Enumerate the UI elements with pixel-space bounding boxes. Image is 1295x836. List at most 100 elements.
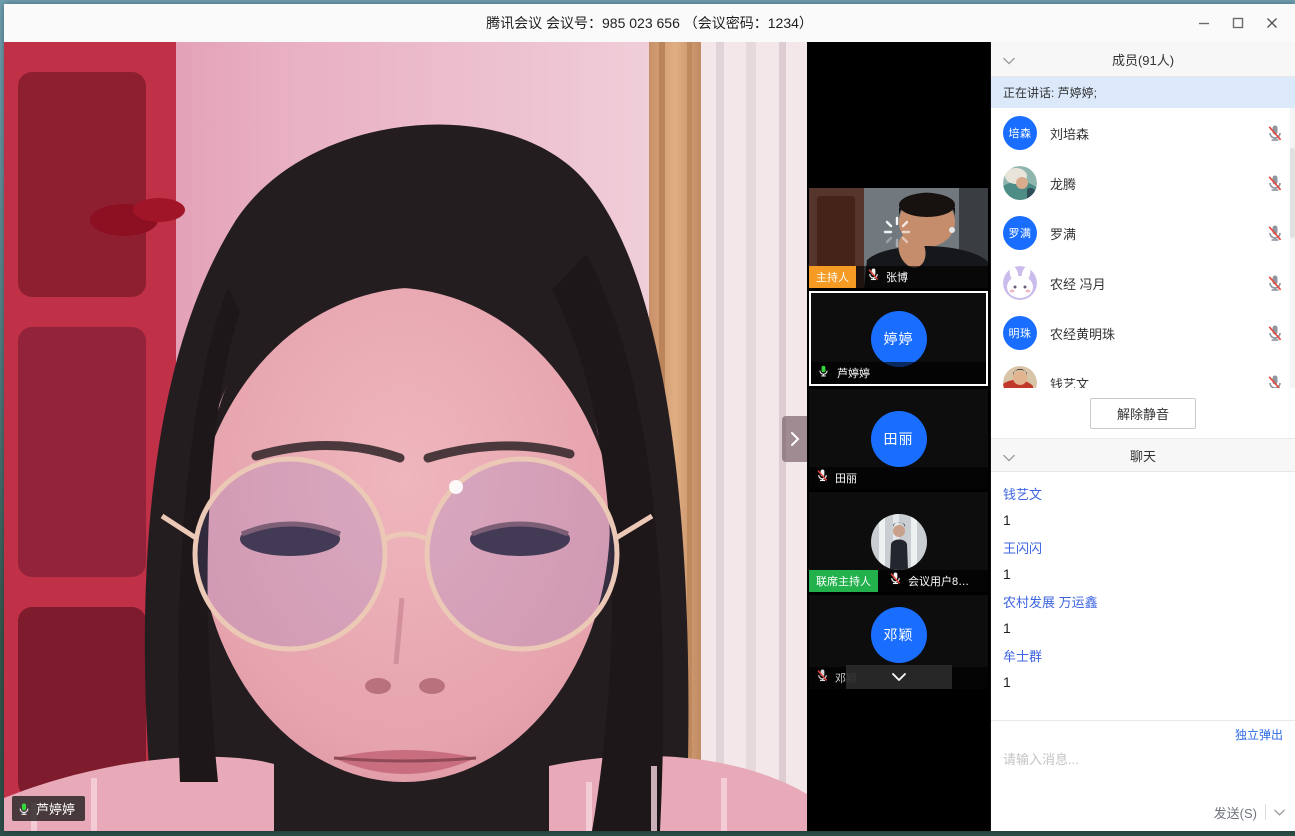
chat-sender[interactable]: 牟士群 (1003, 646, 1283, 665)
chevron-down-icon (892, 673, 906, 681)
member-row-huangmingzhu[interactable]: 明珠 农经黄明珠 (991, 308, 1295, 358)
speaking-banner: 正在讲话: 芦婷婷; (991, 77, 1295, 108)
mic-muted-icon[interactable] (1265, 223, 1285, 243)
send-options-button[interactable] (1274, 809, 1285, 816)
thumbnail-info-bar: 联席主持人 会议用户8… (809, 570, 988, 592)
side-panel: 成员(91人) 正在讲话: 芦婷婷; 培森 刘培森 (990, 42, 1295, 831)
mic-muted-icon (815, 467, 831, 489)
window-title: 腾讯会议 会议号：985 023 656 （会议密码：1234） (486, 13, 813, 33)
mic-muted-icon (888, 570, 904, 592)
chat-text: 1 (1003, 512, 1283, 528)
thumbnail-name: 会议用户8… (908, 573, 969, 589)
members-collapse-button[interactable] (1003, 53, 1015, 68)
chat-message: 农村发展 万运鑫 1 (1003, 592, 1283, 636)
mic-muted-icon[interactable] (1265, 173, 1285, 193)
chat-text: 1 (1003, 674, 1283, 690)
chat-message: 钱艺文 1 (1003, 484, 1283, 528)
avatar-tianli: 田丽 (871, 411, 927, 467)
thumbnail-name: 张博 (886, 269, 908, 285)
member-list[interactable]: 培森 刘培森 龙腾 (991, 108, 1295, 388)
thumbnail-dengying[interactable]: 邓颖 邓颖 (809, 595, 988, 689)
title-bar: 腾讯会议 会议号：985 023 656 （会议密码：1234） (4, 4, 1295, 42)
popout-link[interactable]: 独立弹出 (1235, 726, 1283, 743)
member-name: 刘培森 (1050, 124, 1089, 143)
avatar-photo-user8 (871, 514, 927, 570)
speaker-video-art (4, 42, 807, 831)
chevron-down-icon (1003, 57, 1015, 65)
popout-row: 独立弹出 (991, 720, 1295, 747)
member-name: 钱艺文 (1050, 374, 1089, 389)
avatar-fengyue-bunny (1003, 266, 1037, 300)
chevron-right-icon (790, 431, 800, 447)
host-badge: 主持人 (809, 266, 856, 288)
chat-sender[interactable]: 农村发展 万运鑫 (1003, 592, 1283, 611)
speaker-name-tag: 芦婷婷 (12, 796, 85, 821)
chat-title: 聊天 (1130, 446, 1156, 465)
strip-collapse-button[interactable] (846, 665, 952, 689)
members-title: 成员(91人) (1112, 50, 1174, 69)
avatar-dengying: 邓颖 (871, 607, 927, 663)
thumbnail-meeting-user8[interactable]: 联席主持人 会议用户8… (809, 492, 988, 592)
cohost-badge: 联席主持人 (809, 570, 878, 592)
meeting-window: 腾讯会议 会议号：985 023 656 （会议密码：1234） (4, 4, 1295, 831)
avatar-luoman: 罗满 (1003, 216, 1037, 250)
chat-text: 1 (1003, 620, 1283, 636)
member-name: 农经 冯月 (1050, 274, 1106, 293)
unmute-button[interactable]: 解除静音 (1090, 398, 1196, 429)
chevron-down-icon (1003, 454, 1015, 462)
thumbnail-info-bar: 芦婷婷 (811, 362, 986, 384)
chat-input-area (991, 747, 1295, 799)
member-list-scrollbar[interactable] (1290, 108, 1295, 388)
mic-on-icon (17, 801, 31, 817)
content-area: 芦婷婷 (4, 42, 1295, 831)
thumbnail-zhangbo[interactable]: 主持人 张博 (809, 188, 988, 288)
send-bar: 发送(S) (991, 799, 1295, 831)
window-controls (1187, 4, 1289, 42)
avatar-qianyiwen-photo (1003, 366, 1037, 388)
thumbnail-lutingting[interactable]: 婷婷 芦婷婷 (809, 291, 988, 386)
chat-input[interactable] (1003, 752, 1283, 767)
chat-sender[interactable]: 钱艺文 (1003, 484, 1283, 503)
mic-muted-icon[interactable] (1265, 373, 1285, 388)
member-row-luoman[interactable]: 罗满 罗满 (991, 208, 1295, 258)
member-row-longteng[interactable]: 龙腾 (991, 158, 1295, 208)
send-button[interactable]: 发送(S) (1214, 803, 1257, 822)
collapse-strip-button[interactable] (782, 416, 807, 462)
minimize-icon (1198, 17, 1210, 29)
members-header: 成员(91人) (991, 42, 1295, 77)
member-row-fengyue[interactable]: 农经 冯月 (991, 258, 1295, 308)
send-divider (1265, 804, 1266, 820)
chat-message-list[interactable]: 钱艺文 1 王闪闪 1 农村发展 万运鑫 1 牟士群 1 (991, 472, 1295, 720)
thumbnail-info-bar: 田丽 (809, 467, 988, 489)
thumbnail-info-bar: 主持人 张博 (809, 266, 988, 288)
member-row-liupeisen[interactable]: 培森 刘培森 (991, 108, 1295, 158)
member-row-qianyiwen[interactable]: 钱艺文 (991, 358, 1295, 388)
unmute-area: 解除静音 (991, 388, 1295, 439)
avatar-liupeisen: 培森 (1003, 116, 1037, 150)
avatar-longteng-photo (1003, 166, 1037, 200)
mic-muted-icon[interactable] (1265, 323, 1285, 343)
avatar-huangmingzhu: 明珠 (1003, 316, 1037, 350)
close-button[interactable] (1255, 4, 1289, 42)
member-name: 农经黄明珠 (1050, 324, 1115, 343)
avatar-lutingting: 婷婷 (871, 311, 927, 367)
member-name: 罗满 (1050, 224, 1076, 243)
chat-message: 王闪闪 1 (1003, 538, 1283, 582)
mic-muted-icon[interactable] (1265, 273, 1285, 293)
main-video-feed[interactable]: 芦婷婷 (4, 42, 807, 831)
speaker-name-label: 芦婷婷 (36, 799, 75, 818)
mic-on-icon (817, 363, 833, 384)
mic-muted-icon[interactable] (1265, 123, 1285, 143)
close-icon (1266, 17, 1278, 29)
maximize-button[interactable] (1221, 4, 1255, 42)
minimize-button[interactable] (1187, 4, 1221, 42)
member-name: 龙腾 (1050, 174, 1076, 193)
chat-collapse-button[interactable] (1003, 450, 1015, 465)
chat-message: 牟士群 1 (1003, 646, 1283, 690)
chat-sender[interactable]: 王闪闪 (1003, 538, 1283, 557)
thumbnail-tianli[interactable]: 田丽 田丽 (809, 389, 988, 489)
video-thumbnail-strip: 主持人 张博 (807, 42, 990, 831)
maximize-icon (1232, 17, 1244, 29)
desktop-wallpaper: 腾讯会议 会议号：985 023 656 （会议密码：1234） (0, 0, 1295, 836)
mic-muted-icon (815, 667, 831, 689)
